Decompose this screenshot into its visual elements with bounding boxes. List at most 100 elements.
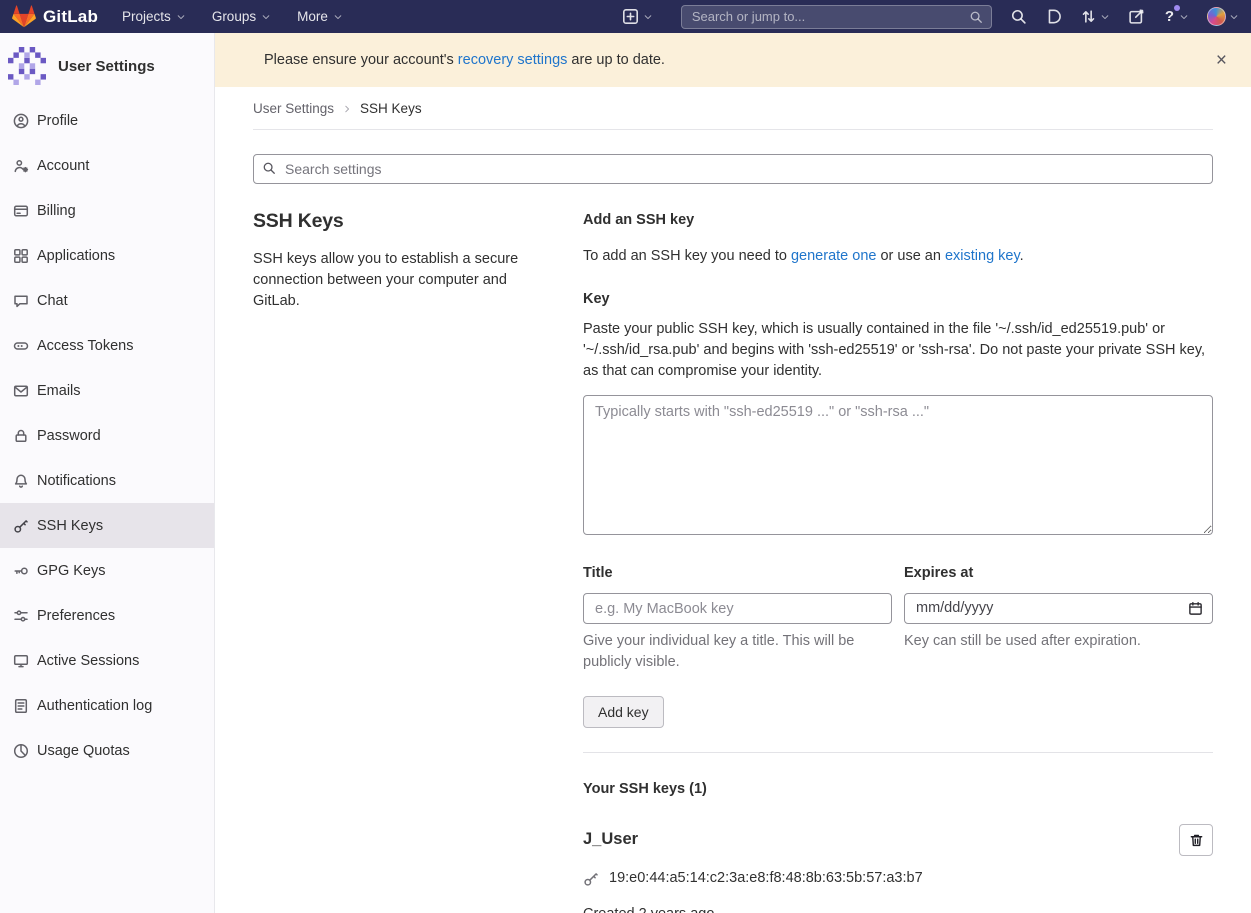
search-button[interactable] — [1010, 8, 1027, 25]
sidebar-item-label: SSH Keys — [37, 518, 103, 534]
primary-nav: Projects Groups More — [122, 9, 343, 24]
sidebar-item-ssh-keys[interactable]: SSH Keys — [0, 503, 214, 548]
existing-key-link[interactable]: existing key — [945, 248, 1020, 264]
nav-groups-label: Groups — [212, 9, 256, 24]
nav-projects-label: Projects — [122, 9, 171, 24]
sidebar-header: User Settings — [0, 33, 214, 98]
search-icon — [262, 161, 276, 175]
intro-text: or use an — [876, 248, 945, 264]
sidebar-item-applications[interactable]: Applications — [0, 233, 214, 278]
sidebar-item-label: Applications — [37, 248, 115, 264]
sidebar-item-label: GPG Keys — [37, 563, 106, 579]
chevron-right-icon — [342, 104, 352, 114]
title-input[interactable] — [583, 593, 892, 624]
merge-requests-dropdown[interactable] — [1080, 8, 1110, 25]
help-icon — [1163, 8, 1176, 25]
chevron-down-icon — [333, 12, 343, 22]
todos-edit-icon — [1128, 8, 1145, 25]
sidebar-item-profile[interactable]: Profile — [0, 98, 214, 143]
title-expires-row: Title Give your individual key a title. … — [583, 563, 1213, 673]
sidebar-item-label: Active Sessions — [37, 653, 139, 669]
sidebar-item-billing[interactable]: Billing — [0, 188, 214, 233]
key-created: Created 2 years ago — [583, 904, 1213, 913]
generate-one-link[interactable]: generate one — [791, 248, 876, 264]
key-fingerprint: 19:e0:44:a5:14:c2:3a:e8:f8:48:8b:63:5b:5… — [609, 868, 923, 889]
chevron-down-icon — [261, 12, 271, 22]
active-sessions-icon — [13, 653, 29, 669]
password-lock-icon — [13, 428, 29, 444]
sidebar-item-active-sessions[interactable]: Active Sessions — [0, 638, 214, 683]
account-icon — [13, 158, 29, 174]
chevron-down-icon — [1229, 12, 1239, 22]
new-item-dropdown[interactable] — [622, 8, 653, 25]
sidebar-item-authentication-log[interactable]: Authentication log — [0, 683, 214, 728]
ssh-key-textarea[interactable] — [583, 395, 1213, 535]
key-title: J_User — [583, 824, 638, 850]
ssh-key-list-item: J_User 19:e0:44:a5:14:c2:3a:e8:f8:48:8b:… — [583, 824, 1213, 913]
add-key-button[interactable]: Add key — [583, 696, 664, 728]
sidebar-item-label: Usage Quotas — [37, 743, 130, 759]
sidebar-title: User Settings — [58, 58, 155, 75]
breadcrumb: User Settings SSH Keys — [253, 87, 1213, 130]
sidebar-item-label: Emails — [37, 383, 81, 399]
sidebar-item-access-tokens[interactable]: Access Tokens — [0, 323, 214, 368]
expires-field-help: Key can still be used after expiration. — [904, 631, 1213, 652]
banner-close-button[interactable]: × — [1210, 49, 1233, 72]
sidebar-item-label: Preferences — [37, 608, 115, 624]
chevron-down-icon — [176, 12, 186, 22]
issues-button[interactable] — [1045, 8, 1062, 25]
sidebar-item-label: Profile — [37, 113, 78, 129]
usage-quotas-icon — [13, 743, 29, 759]
key-icon — [583, 871, 599, 887]
todos-button[interactable] — [1128, 8, 1145, 25]
section-intro: SSH Keys SSH keys allow you to establish… — [253, 210, 583, 312]
sidebar-item-preferences[interactable]: Preferences — [0, 593, 214, 638]
user-avatar — [1207, 7, 1226, 26]
gpg-keys-icon — [13, 563, 29, 579]
sidebar-item-usage-quotas[interactable]: Usage Quotas — [0, 728, 214, 773]
calendar-icon — [1188, 601, 1203, 616]
trash-icon — [1189, 833, 1204, 848]
sidebar-item-gpg-keys[interactable]: GPG Keys — [0, 548, 214, 593]
breadcrumb-user-settings[interactable]: User Settings — [253, 101, 334, 116]
authentication-log-icon — [13, 698, 29, 714]
navbar-icon-group — [1010, 7, 1239, 26]
your-ssh-keys-heading: Your SSH keys (1) — [583, 779, 1213, 800]
banner-message: Please ensure your account's recovery se… — [264, 52, 665, 68]
key-entry-header: J_User — [583, 824, 1213, 856]
global-search-input[interactable] — [692, 9, 969, 24]
search-icon — [1010, 8, 1027, 25]
gitlab-home-link[interactable]: GitLab — [12, 5, 98, 28]
settings-search — [253, 154, 1213, 184]
help-dropdown[interactable] — [1163, 8, 1189, 25]
user-menu-dropdown[interactable] — [1207, 7, 1239, 26]
chevron-down-icon — [1100, 12, 1110, 22]
recovery-settings-link[interactable]: recovery settings — [458, 52, 568, 68]
nav-projects-dropdown[interactable]: Projects — [122, 9, 186, 24]
settings-search-input[interactable] — [253, 154, 1213, 184]
section-divider — [583, 752, 1213, 753]
plus-square-icon — [622, 8, 639, 25]
expires-date-input[interactable]: mm/dd/yyyy — [904, 593, 1213, 624]
gitlab-tanuki-icon — [12, 5, 36, 28]
alert-banner: Please ensure your account's recovery se… — [215, 33, 1251, 87]
notifications-bell-icon — [13, 473, 29, 489]
key-field-label: Key — [583, 289, 1213, 310]
sidebar-item-notifications[interactable]: Notifications — [0, 458, 214, 503]
nav-more-dropdown[interactable]: More — [297, 9, 343, 24]
ssh-keys-icon — [13, 518, 29, 534]
form-heading: Add an SSH key — [583, 210, 1213, 231]
delete-key-button[interactable] — [1179, 824, 1213, 856]
key-fingerprint-row: 19:e0:44:a5:14:c2:3a:e8:f8:48:8b:63:5b:5… — [583, 868, 1213, 889]
sidebar-item-emails[interactable]: Emails — [0, 368, 214, 413]
nav-groups-dropdown[interactable]: Groups — [212, 9, 271, 24]
sidebar-item-label: Account — [37, 158, 89, 174]
sidebar-item-chat[interactable]: Chat — [0, 278, 214, 323]
sidebar-item-password[interactable]: Password — [0, 413, 214, 458]
banner-text-after: are up to date. — [567, 52, 665, 68]
global-search — [681, 5, 992, 29]
sidebar-item-account[interactable]: Account — [0, 143, 214, 188]
expires-field-label: Expires at — [904, 563, 1213, 584]
breadcrumb-current: SSH Keys — [360, 101, 422, 116]
add-ssh-key-panel: Add an SSH key To add an SSH key you nee… — [583, 210, 1213, 913]
